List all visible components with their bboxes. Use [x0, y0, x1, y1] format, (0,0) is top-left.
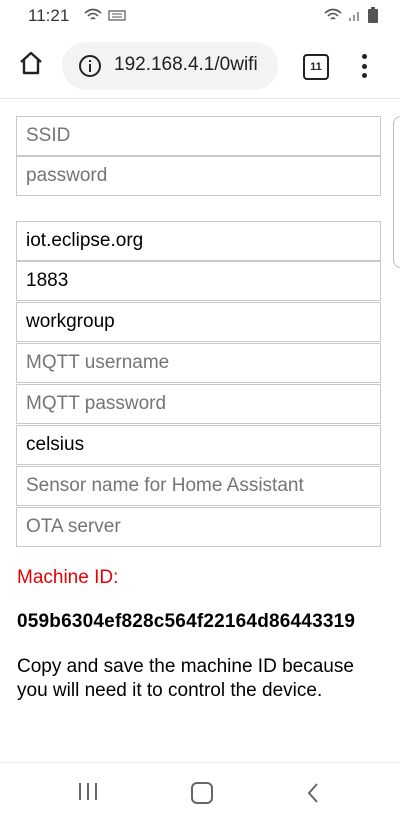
mqtt-port-input[interactable]: [16, 261, 381, 301]
navigation-bar: [0, 762, 400, 823]
wifi-icon: [84, 8, 102, 27]
signal-icon: [348, 8, 362, 27]
mqtt-password-input[interactable]: [16, 384, 381, 424]
wifi-password-input[interactable]: [16, 156, 381, 196]
battery-icon: [368, 7, 378, 28]
machine-id-value: 059b6304ef828c564f22164d86443319: [17, 611, 356, 632]
address-bar[interactable]: 192.168.4.1/0wifi: [62, 42, 278, 90]
wifi-icon: [324, 8, 342, 27]
status-time: 11:21: [28, 6, 70, 25]
url-text[interactable]: 192.168.4.1/0wifi: [114, 54, 258, 76]
home-button[interactable]: [14, 48, 48, 82]
info-icon[interactable]: [78, 54, 102, 83]
temperature-unit-input[interactable]: [16, 425, 381, 465]
tab-count: 11: [310, 61, 322, 73]
home-icon: [17, 49, 45, 82]
home-icon[interactable]: [191, 782, 213, 804]
recent-apps-icon[interactable]: [79, 783, 97, 800]
mqtt-server-input[interactable]: [16, 221, 381, 261]
more-vert-icon[interactable]: [356, 52, 372, 80]
keyboard-icon: [108, 8, 126, 27]
ota-server-input[interactable]: [16, 507, 381, 547]
machine-id-label: Machine ID:: [17, 567, 119, 588]
mqtt-username-input[interactable]: [16, 343, 381, 383]
back-icon[interactable]: [306, 782, 320, 809]
browser-toolbar: 192.168.4.1/0wifi 11: [0, 34, 400, 98]
status-bar: 11:21: [0, 0, 400, 34]
scroll-handle[interactable]: [393, 116, 400, 268]
ssid-input[interactable]: [16, 116, 381, 156]
toolbar-divider: [0, 98, 400, 99]
sensor-name-input[interactable]: [16, 466, 381, 506]
machine-id-note: Copy and save the machine ID because you…: [17, 656, 354, 701]
mqtt-group-input[interactable]: [16, 302, 381, 342]
tabs-button[interactable]: 11: [303, 54, 329, 80]
